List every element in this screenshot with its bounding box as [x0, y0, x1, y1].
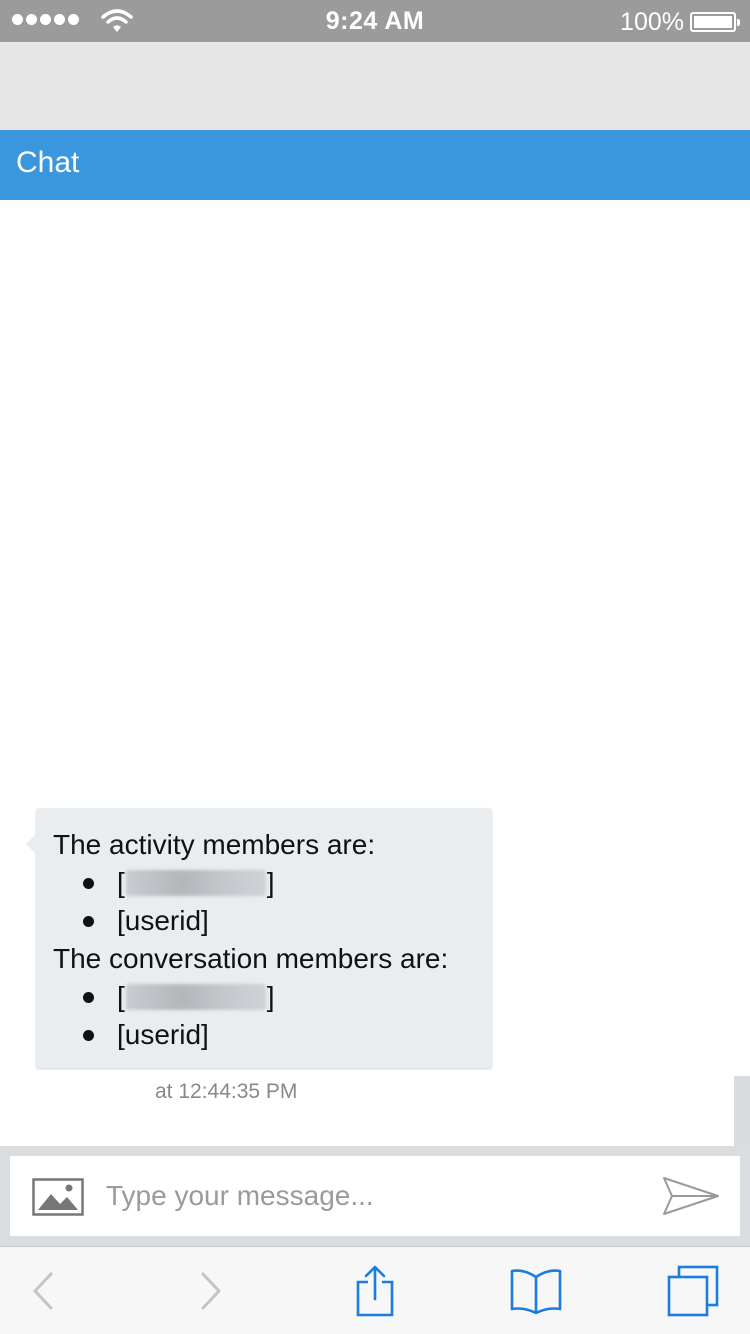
chat-title: Chat — [16, 146, 80, 179]
forward-icon — [201, 1272, 221, 1310]
member-userid: [userid] — [117, 1019, 209, 1050]
activity-members-heading: The activity members are: — [53, 829, 376, 860]
status-bar: 9:24 AM 100% — [0, 0, 750, 42]
share-icon — [356, 1265, 394, 1317]
message-list[interactable]: The activity members are: [] [userid] Th… — [0, 200, 750, 1146]
activity-member-item: [userid] — [53, 902, 478, 940]
chat-header: Chat — [0, 130, 750, 200]
tabs-button[interactable] — [664, 1247, 722, 1334]
redacted-userid — [125, 870, 266, 896]
compose-box — [10, 1156, 740, 1236]
image-icon[interactable] — [32, 1178, 84, 1216]
battery-fill — [694, 16, 732, 28]
forward-button[interactable] — [190, 1247, 232, 1334]
back-button[interactable] — [22, 1247, 64, 1334]
message-bubble[interactable]: The activity members are: [] [userid] Th… — [26, 808, 492, 1068]
battery-icon — [690, 12, 740, 32]
message-timestamp: at 12:44:35 PM — [155, 1080, 298, 1103]
message-input[interactable] — [106, 1174, 646, 1218]
bookmarks-icon — [510, 1269, 562, 1315]
member-bracket-close: ] — [266, 981, 275, 1012]
battery-percentage: 100% — [620, 8, 684, 36]
member-bracket-open: [ — [117, 981, 125, 1012]
send-icon[interactable] — [662, 1174, 720, 1218]
share-button[interactable] — [350, 1247, 400, 1334]
activity-member-item: [] — [53, 864, 478, 902]
activity-members-list: [] [userid] — [53, 864, 478, 940]
browser-address-area — [0, 42, 750, 130]
compose-bar — [0, 1146, 750, 1246]
member-userid: [userid] — [117, 905, 209, 936]
member-bracket-close: ] — [266, 867, 275, 898]
tabs-icon — [667, 1265, 719, 1317]
conversation-member-item: [userid] — [53, 1016, 478, 1054]
redacted-userid — [125, 984, 266, 1010]
conversation-members-heading: The conversation members are: — [53, 943, 449, 974]
screen: 9:24 AM 100% Chat The activity members a… — [0, 0, 750, 1334]
browser-toolbar — [0, 1246, 750, 1334]
conversation-member-item: [] — [53, 978, 478, 1016]
member-bracket-open: [ — [117, 867, 125, 898]
back-icon — [33, 1272, 53, 1310]
bookmarks-button[interactable] — [506, 1247, 566, 1334]
conversation-members-list: [] [userid] — [53, 978, 478, 1054]
bubble-tail — [26, 834, 36, 854]
scrollbar[interactable] — [734, 1076, 750, 1146]
